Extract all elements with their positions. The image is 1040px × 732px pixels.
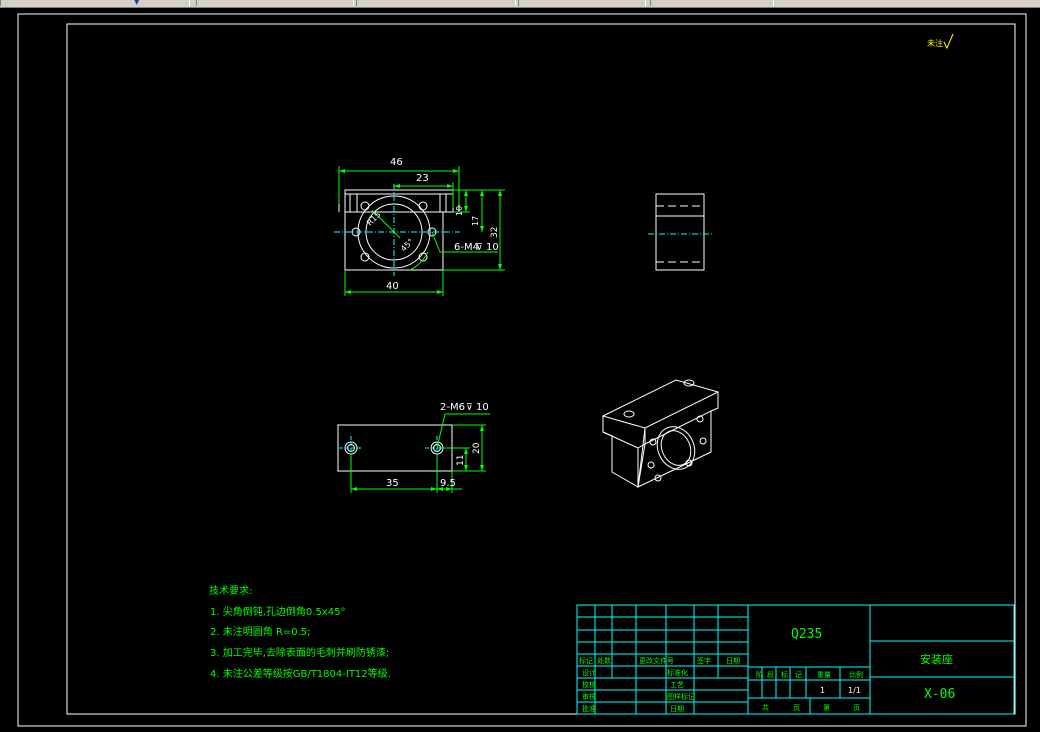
- tb-side-3: 审核: [582, 692, 596, 701]
- side-view: [648, 193, 712, 271]
- toolbar-segment[interactable]: [196, 0, 354, 6]
- dim-r15: R15: [365, 210, 383, 228]
- tb-qty: 1: [820, 686, 825, 695]
- dim-angle: 45°: [399, 237, 415, 253]
- tb-row-label-3: 更改文件号: [639, 656, 674, 665]
- dim-front-depth: 10: [476, 402, 489, 413]
- tb-row-label-2: 处数: [597, 656, 611, 665]
- dim-20: 20: [472, 442, 482, 454]
- tech-item-1: 1. 尖角倒钝,孔边倒角0.5x45°: [210, 605, 345, 618]
- toolbar-segment[interactable]: [518, 0, 646, 6]
- toolbar-segment[interactable]: [0, 0, 190, 6]
- tb-scale-label: 比例: [849, 670, 863, 679]
- tb-side-4: 批准: [582, 704, 596, 713]
- tb-mid-2: 工艺: [670, 681, 684, 689]
- tb-mid-4: 日期: [670, 705, 684, 713]
- dim-32: 32: [490, 227, 500, 238]
- tech-item-2: 2. 未注明圆角 R=0.5;: [210, 625, 311, 638]
- tb-stage-1: 阶: [756, 670, 763, 679]
- tb-stage-3: 标: [781, 670, 788, 679]
- dim-23: 23: [416, 173, 429, 184]
- tb-mid-3: 图样标记: [667, 692, 695, 701]
- tb-row-label-5: 日期: [726, 657, 740, 665]
- tech-item-4: 4. 未注公差等级按GB/T1804-IT12等级.: [210, 667, 391, 680]
- tb-row-label-1: 标记: [579, 656, 593, 665]
- tb-sheet-4: 页: [853, 704, 860, 712]
- toolbar-segment[interactable]: [356, 0, 516, 6]
- tb-scale: 1/1: [848, 686, 861, 695]
- tb-side-2: 校核: [582, 680, 596, 689]
- dim-10: 10: [455, 206, 464, 216]
- signature-text: 未注: [927, 38, 943, 48]
- svg-text:⊽: ⊽: [476, 243, 483, 253]
- dim-35: 35: [386, 478, 399, 489]
- tech-item-3: 3. 加工完毕,去除表面的毛刺并刷防锈漆;: [210, 646, 389, 659]
- tb-part-name: 安装座: [920, 652, 953, 666]
- dim-17: 17: [471, 216, 480, 226]
- dim-11: 11: [456, 455, 466, 466]
- signature-mark: 未注: [927, 33, 954, 50]
- tech-requirements: 技术要求: 1. 尖角倒钝,孔边倒角0.5x45° 2. 未注明圆角 R=0.5…: [209, 584, 391, 680]
- drawing-canvas[interactable]: 未注 46 23 40 6-M4 ⊽ 10 10 17 32 R15 45° 2…: [0, 8, 1040, 732]
- top-view: 46 23 40 6-M4 ⊽ 10 10 17 32 R15 45°: [334, 157, 505, 296]
- window-toolbar-strip: ▼: [0, 0, 1040, 8]
- isometric-view: [601, 379, 720, 488]
- front-view: 2-M6 ⊽ 10 35 9.5 11 20: [337, 402, 490, 493]
- tb-row-label-4: 签字: [697, 656, 711, 665]
- tb-mid-1: 标准化: [667, 668, 688, 677]
- dim-holes-depth: 10: [486, 242, 499, 253]
- tb-drawing-no: X-06: [924, 687, 955, 702]
- dim-46: 46: [390, 157, 403, 168]
- tb-sheet-2: 页: [793, 704, 800, 712]
- dropdown-arrow-icon[interactable]: ▼: [134, 0, 139, 6]
- tb-stage-4: 记: [795, 671, 802, 679]
- dim-front-holes: 2-M6: [440, 402, 465, 413]
- tb-stage-2: 段: [767, 670, 774, 679]
- tb-sheet-3: 第: [823, 703, 830, 712]
- dim-40: 40: [386, 281, 399, 292]
- toolbar-segment[interactable]: [650, 0, 774, 6]
- dim-9-5: 9.5: [440, 478, 456, 489]
- outer-border: [17, 13, 1027, 727]
- tech-title: 技术要求:: [209, 584, 252, 597]
- svg-text:⊽: ⊽: [466, 403, 473, 413]
- tb-sheet-1: 共: [762, 703, 769, 712]
- tb-material: Q235: [791, 627, 822, 642]
- tb-weight-label: 重量: [817, 671, 831, 679]
- title-block: 标记 处数 更改文件号 签字 日期 设计 校核 审核 批准 标准化 工艺 图样标…: [576, 604, 1015, 715]
- tb-side-1: 设计: [582, 668, 596, 677]
